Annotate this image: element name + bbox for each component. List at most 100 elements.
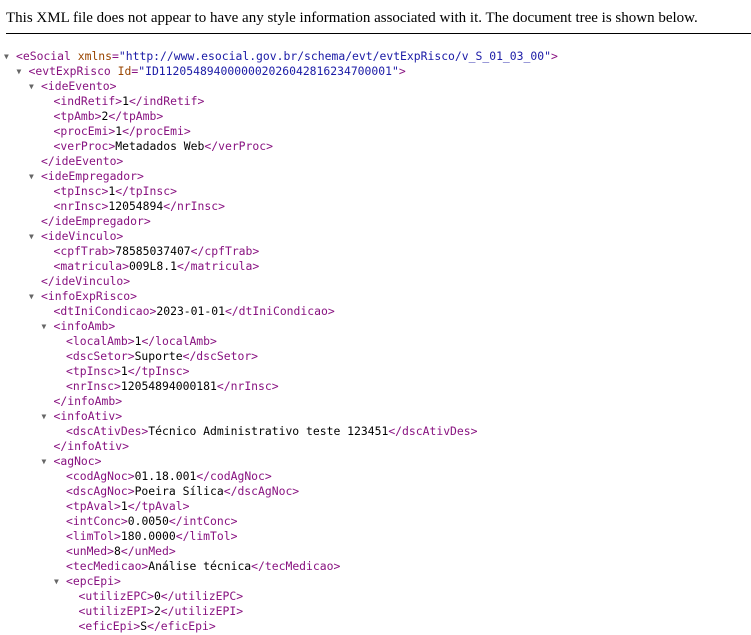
xml-text-content: 2023-01-01 xyxy=(156,304,225,318)
xml-text-content: Técnico Administrativo teste 123451 xyxy=(148,424,389,438)
collapse-triangle-icon[interactable]: ▼ xyxy=(4,49,12,64)
xml-text-content: Poeira Sílica xyxy=(134,484,224,498)
xml-close-tag: </eficEpi> xyxy=(147,619,216,633)
xml-close-tag: </dscAgNoc> xyxy=(223,484,300,498)
xml-open-tag: <tpInsc> xyxy=(53,184,109,198)
xml-tree-line: ▼ <epcEpi> xyxy=(54,574,121,589)
xml-open-tag: <limTol> xyxy=(66,529,121,543)
xml-open-tag: </ideVinculo> xyxy=(41,274,131,288)
xml-open-tag: <nrInsc> xyxy=(66,379,121,393)
xml-tree-line: <nrInsc>12054894000181</nrInsc> xyxy=(66,379,279,394)
xml-tree-line: <procEmi>1</procEmi> xyxy=(54,124,191,139)
collapse-triangle-icon[interactable]: ▼ xyxy=(17,64,25,79)
xml-text-content: 1 xyxy=(120,499,128,513)
collapse-triangle-icon[interactable]: ▼ xyxy=(29,79,37,94)
xml-close-tag: </tpAmb> xyxy=(108,109,164,123)
xml-text-content: 009L8.1 xyxy=(128,259,177,273)
xml-tree-line: ▼ <evtExpRisco Id="ID11205489400000020260… xyxy=(17,64,406,79)
xml-open-tag: <indRetif> xyxy=(53,94,123,108)
xml-tree-line: <verProc>Metadados Web</verProc> xyxy=(54,139,273,154)
xml-open-tag: <agNoc> xyxy=(53,454,102,468)
collapse-triangle-icon[interactable]: ▼ xyxy=(29,289,37,304)
xml-close-tag: </intConc> xyxy=(168,514,238,528)
xml-close-tag: > xyxy=(550,49,558,63)
xml-close-tag: </nrInsc> xyxy=(216,379,279,393)
xml-tree-line: </infoAmb> xyxy=(54,394,123,409)
xml-text-content: Análise técnica xyxy=(148,559,252,573)
xml-tree-line: ▼ <ideVinculo> xyxy=(29,229,123,244)
collapse-triangle-icon[interactable]: ▼ xyxy=(29,229,37,244)
xml-tree-line: </infoAtiv> xyxy=(54,439,129,454)
xml-open-tag: <ideEmpregador> xyxy=(41,169,144,183)
xml-text-content: Metadados Web xyxy=(115,139,205,153)
collapse-triangle-icon[interactable]: ▼ xyxy=(42,454,50,469)
header-divider xyxy=(6,33,751,34)
xml-close-tag: </nrInsc> xyxy=(163,199,225,213)
xml-close-tag: </cpfTrab> xyxy=(190,244,260,258)
xml-open-tag: <verProc> xyxy=(53,139,116,153)
xml-open-tag: <utilizEPC> xyxy=(78,589,154,603)
collapse-triangle-icon[interactable]: ▼ xyxy=(54,574,62,589)
xml-open-tag: <cpfTrab> xyxy=(53,244,116,258)
xml-text-content: 1 xyxy=(120,364,128,378)
xml-tree-line: <cpfTrab>78585037407</cpfTrab> xyxy=(54,244,260,259)
xml-close-tag: </tecMedicao> xyxy=(251,559,341,573)
xml-open-tag: <dtIniCondicao> xyxy=(53,304,157,318)
xml-attribute-equals: = xyxy=(112,49,119,63)
xml-close-tag: </utilizEPC> xyxy=(160,589,244,603)
xml-tree-line: ▼ <ideEmpregador> xyxy=(29,169,144,184)
xml-tree-line: <eficEpi>S</eficEpi> xyxy=(79,619,216,634)
xml-tree-line: <dtIniCondicao>2023-01-01</dtIniCondicao… xyxy=(54,304,335,319)
collapse-triangle-icon[interactable]: ▼ xyxy=(42,409,50,424)
xml-text-content: 12054894000181 xyxy=(120,379,217,393)
xml-open-tag: <epcEpi> xyxy=(66,574,121,588)
xml-close-tag: </verProc> xyxy=(204,139,273,153)
xml-tree-line: <dscSetor>Suporte</dscSetor> xyxy=(66,349,258,364)
xml-close-tag: </dtIniCondicao> xyxy=(224,304,335,318)
xml-tree-line: <tpInsc>1</tpInsc> xyxy=(54,184,177,199)
xml-text-content: 2 xyxy=(153,604,161,618)
xml-tree-line: ▼ <agNoc> xyxy=(42,454,102,469)
xml-open-tag: <infoExpRisco> xyxy=(41,289,138,303)
xml-tree-line: <limTol>180.0000</limTol> xyxy=(66,529,237,544)
xml-open-tag: <nrInsc> xyxy=(53,199,109,213)
xml-open-tag: <codAgNoc> xyxy=(66,469,135,483)
xml-text-content: 01.18.001 xyxy=(134,469,197,483)
xml-text-content: 8 xyxy=(114,544,121,558)
xml-close-tag: </procEmi> xyxy=(122,124,191,138)
xml-tree-line: ▼ <infoExpRisco> xyxy=(29,289,138,304)
xml-attribute-value: "ID1120548940000002026042816234700001" xyxy=(138,64,399,78)
xml-open-tag: <tecMedicao> xyxy=(66,559,149,573)
xml-tree-line: </ideEvento> xyxy=(41,154,123,169)
xml-open-tag: <eficEpi> xyxy=(78,619,141,633)
xml-open-tag: <matricula> xyxy=(53,259,129,273)
collapse-triangle-icon[interactable]: ▼ xyxy=(42,319,50,334)
xml-open-tag: <dscSetor> xyxy=(66,349,135,363)
xml-close-tag: </indRetif> xyxy=(128,94,205,108)
xml-open-tag: <utilizEPI> xyxy=(78,604,154,618)
xml-tree-line: <codAgNoc>01.18.001</codAgNoc> xyxy=(66,469,272,484)
xml-close-tag: </utilizEPI> xyxy=(160,604,244,618)
xml-open-tag: <dscAtivDes> xyxy=(66,424,149,438)
xml-text-content: 0 xyxy=(153,589,161,603)
xml-close-tag: </codAgNoc> xyxy=(196,469,272,483)
xml-close-tag: </matricula> xyxy=(176,259,260,273)
xml-text-content: Suporte xyxy=(134,349,183,363)
xml-open-tag: </infoAtiv> xyxy=(53,439,129,453)
xml-tree-line: <utilizEPI>2</utilizEPI> xyxy=(79,604,244,619)
xml-tree-line: ▼ <eSocial xmlns="http://www.esocial.gov.… xyxy=(4,49,558,64)
xml-tree-line: <tpAmb>2</tpAmb> xyxy=(54,109,164,124)
xml-tree-line: <tpInsc>1</tpInsc> xyxy=(66,364,189,379)
xml-tree-line: <matricula>009L8.1</matricula> xyxy=(54,259,260,274)
xml-open-tag: <tpAmb> xyxy=(53,109,102,123)
collapse-triangle-icon[interactable]: ▼ xyxy=(29,169,37,184)
xml-close-tag: </limTol> xyxy=(175,529,238,543)
xml-tree-line: <unMed>8</unMed> xyxy=(66,544,176,559)
xml-close-tag: > xyxy=(398,64,406,78)
xml-attribute-name: Id xyxy=(117,64,132,78)
xml-tree-line: <intConc>0.0050</intConc> xyxy=(66,514,237,529)
xml-tree-line: <dscAtivDes>Técnico Administrativo teste… xyxy=(66,424,477,439)
xml-close-tag: </unMed> xyxy=(120,544,176,558)
xml-open-tag: <unMed> xyxy=(66,544,115,558)
xml-open-tag: <ideEvento> xyxy=(41,79,117,93)
